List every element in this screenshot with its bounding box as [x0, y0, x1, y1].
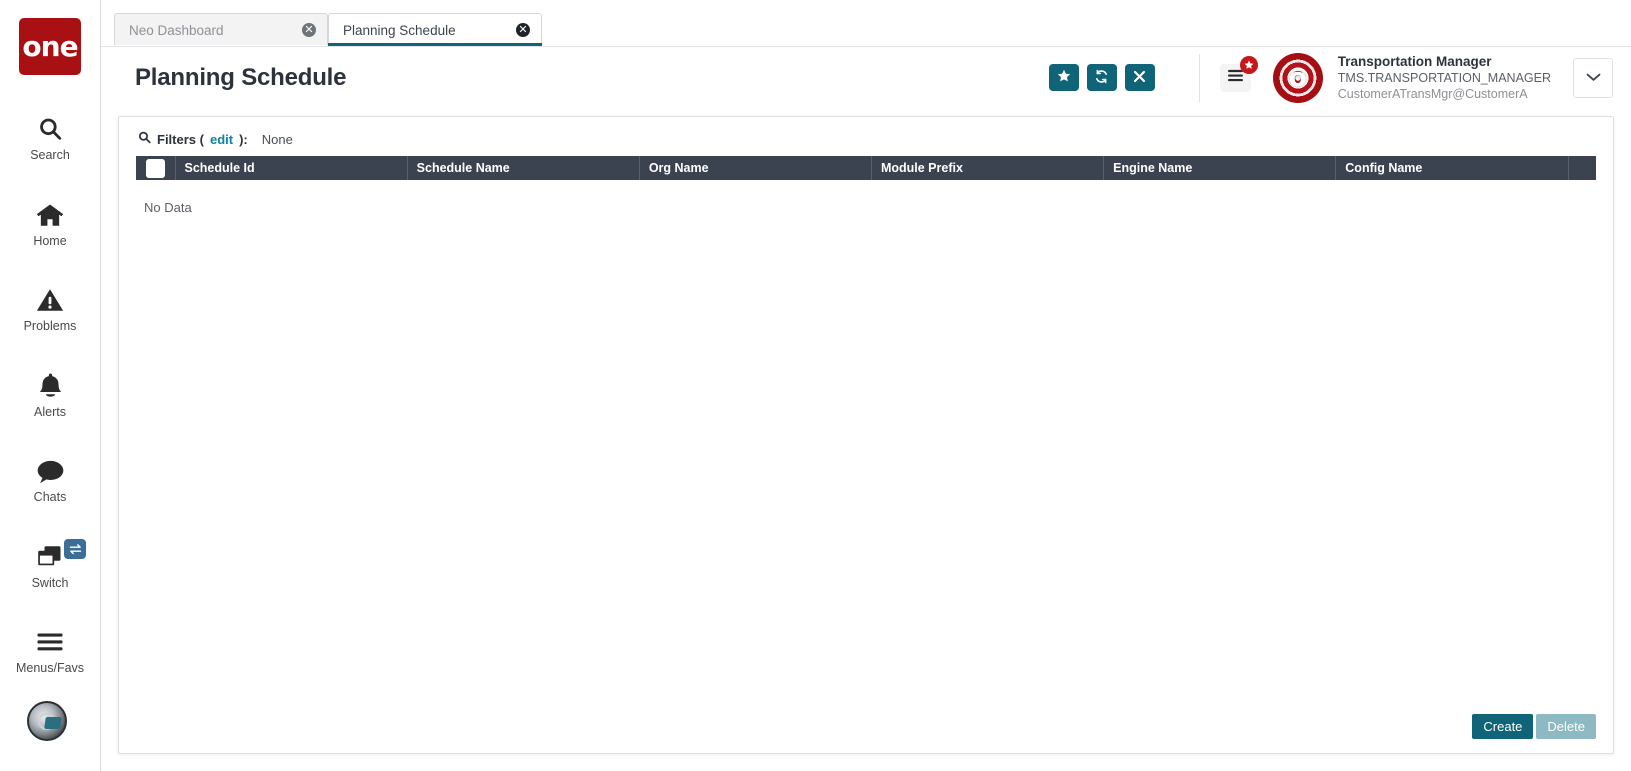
- column-header-schedule-name[interactable]: Schedule Name: [407, 156, 640, 180]
- user-menu-button[interactable]: [1573, 57, 1613, 98]
- sidebar-item-switch[interactable]: Switch: [0, 533, 100, 599]
- column-header-org-name[interactable]: Org Name: [639, 156, 872, 180]
- delete-button: Delete: [1536, 714, 1596, 739]
- brand-logo-text: one: [22, 30, 78, 63]
- filters-edit-link[interactable]: edit: [210, 132, 233, 147]
- main-column: Neo Dashboard ✕ Planning Schedule ✕ Plan…: [101, 0, 1631, 771]
- filters-label: Filters (: [157, 131, 204, 147]
- sidebar-item-label: Alerts: [34, 404, 66, 419]
- planning-schedule-card: Filters ( edit ): None Schedule Id Sched…: [118, 116, 1614, 754]
- header-divider: [1198, 53, 1200, 102]
- column-header-engine-name[interactable]: Engine Name: [1103, 156, 1337, 180]
- user-avatar-icon[interactable]: [27, 701, 67, 741]
- column-header-schedule-id[interactable]: Schedule Id: [175, 156, 408, 180]
- user-email: CustomerATransMgr@CustomerA: [1337, 87, 1528, 102]
- column-header-actions: [1568, 156, 1596, 180]
- filters-value: None: [261, 131, 293, 147]
- left-sidebar: one Search Home Problems Alerts Chats Sw…: [0, 0, 101, 771]
- avatar[interactable]: o: [1272, 52, 1323, 103]
- header-action-buttons: [1048, 64, 1155, 91]
- menus-favorites-button[interactable]: [1219, 55, 1258, 92]
- search-icon: [37, 114, 63, 144]
- sidebar-item-label: Menus/Favs: [15, 661, 85, 675]
- star-icon: [1239, 55, 1258, 74]
- sidebar-item-label: Switch: [31, 575, 69, 590]
- filters-label-end: ):: [239, 131, 248, 147]
- table-header: Schedule Id Schedule Name Org Name Modul…: [136, 156, 1596, 180]
- user-id: TMS.TRANSPORTATION_MANAGER: [1337, 71, 1551, 86]
- brand-logo[interactable]: one: [19, 18, 81, 75]
- sidebar-item-chats[interactable]: Chats: [0, 447, 100, 513]
- tab-planning-schedule[interactable]: Planning Schedule ✕: [328, 13, 542, 46]
- tab-bar: Neo Dashboard ✕ Planning Schedule ✕: [101, 0, 1631, 46]
- table-header-row: Schedule Id Schedule Name Org Name Modul…: [136, 156, 1596, 180]
- user-info: Transportation Manager TMS.TRANSPORTATIO…: [1338, 53, 1551, 102]
- tab-neo-dashboard[interactable]: Neo Dashboard ✕: [114, 13, 328, 46]
- bell-icon: [38, 371, 63, 401]
- search-icon: [138, 131, 151, 147]
- favorite-button[interactable]: [1048, 64, 1079, 91]
- sidebar-item-label: Search: [30, 148, 70, 162]
- sidebar-item-home[interactable]: Home: [0, 191, 100, 257]
- sidebar-item-problems[interactable]: Problems: [0, 276, 100, 342]
- windows-stack-icon: [36, 542, 64, 572]
- empty-state-message: No Data: [144, 200, 192, 215]
- create-button[interactable]: Create: [1472, 714, 1534, 739]
- chat-bubble-icon: [36, 456, 65, 486]
- avatar-text: o: [1288, 62, 1307, 93]
- content-area: Filters ( edit ): None Schedule Id Sched…: [101, 108, 1631, 771]
- tab-label: Neo Dashboard: [129, 22, 224, 38]
- sidebar-item-label: Home: [33, 233, 67, 248]
- x-icon: [1133, 70, 1146, 86]
- user-name: Transportation Manager: [1337, 53, 1492, 69]
- application-window: one Search Home Problems Alerts Chats Sw…: [0, 0, 1631, 771]
- header-right: o Transportation Manager TMS.TRANSPORTAT…: [1048, 47, 1613, 108]
- hamburger-icon: [36, 627, 64, 657]
- select-all-header[interactable]: [136, 156, 176, 180]
- page-header: Planning Schedule o Transportation Manag…: [101, 46, 1631, 108]
- sidebar-item-search[interactable]: Search: [0, 105, 100, 171]
- page-title: Planning Schedule: [135, 63, 347, 91]
- sidebar-item-menus-favs[interactable]: Menus/Favs: [0, 618, 100, 684]
- sidebar-item-label: Chats: [33, 490, 67, 504]
- planning-schedule-table: Schedule Id Schedule Name Org Name Modul…: [136, 156, 1596, 180]
- sidebar-nav: Search Home Problems Alerts Chats Switch…: [0, 105, 100, 704]
- hamburger-icon: [1227, 69, 1244, 87]
- close-circle-icon[interactable]: ✕: [516, 23, 530, 37]
- refresh-button[interactable]: [1086, 64, 1117, 91]
- tab-label: Planning Schedule: [343, 22, 456, 38]
- close-circle-icon[interactable]: ✕: [302, 23, 316, 37]
- column-header-config-name[interactable]: Config Name: [1335, 156, 1569, 180]
- star-icon: [1057, 69, 1071, 86]
- chevron-down-icon: [1586, 69, 1601, 87]
- table-area: Schedule Id Schedule Name Org Name Modul…: [136, 156, 1596, 706]
- filters-bar: Filters ( edit ): None: [136, 131, 1596, 156]
- warning-triangle-icon: [36, 285, 64, 315]
- sidebar-item-label: Problems: [23, 319, 77, 333]
- select-all-checkbox[interactable]: [145, 158, 165, 178]
- swap-arrows-icon[interactable]: [64, 538, 86, 559]
- home-icon: [36, 200, 64, 230]
- column-header-module-prefix[interactable]: Module Prefix: [871, 156, 1105, 180]
- close-button[interactable]: [1124, 64, 1155, 91]
- card-footer: Create Delete: [136, 706, 1596, 739]
- refresh-icon: [1094, 69, 1109, 87]
- sidebar-item-alerts[interactable]: Alerts: [0, 362, 100, 428]
